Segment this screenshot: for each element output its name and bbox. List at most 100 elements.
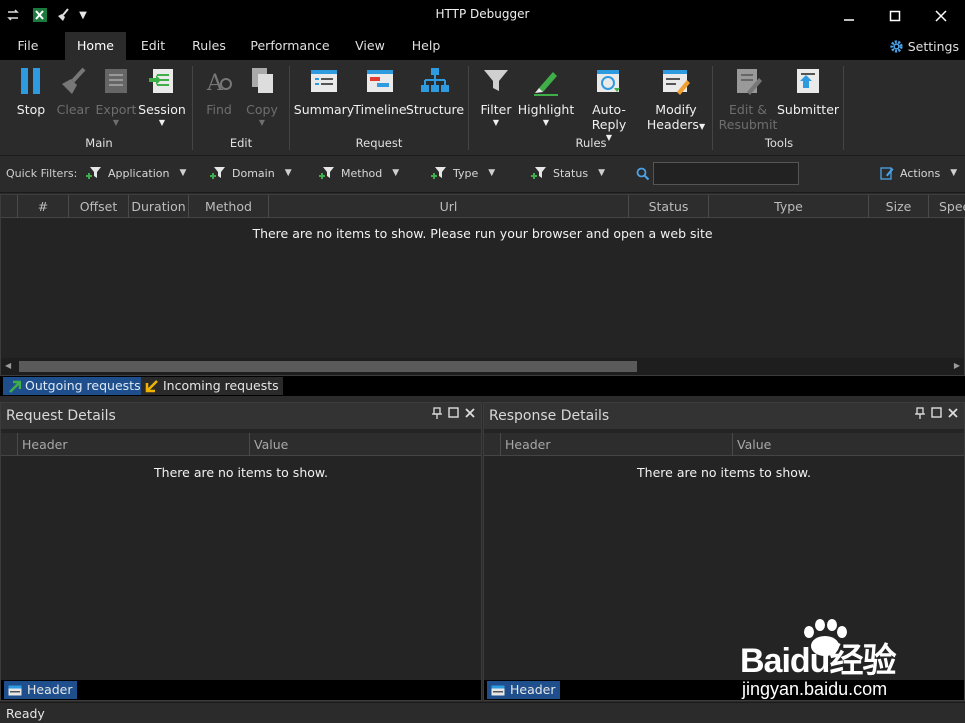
grid-horizontal-scrollbar[interactable]: ◀ ▶ xyxy=(1,358,964,375)
tab-rules[interactable]: Rules xyxy=(186,32,232,60)
group-label-main: Main xyxy=(85,136,113,150)
find-button[interactable]: A Find xyxy=(200,64,238,117)
close-panel-icon[interactable] xyxy=(948,407,958,422)
column-header-header[interactable]: Header xyxy=(500,433,732,456)
group-label-tools: Tools xyxy=(764,136,794,150)
ribbon-separator xyxy=(843,66,844,150)
tab-help[interactable]: Help xyxy=(405,32,447,60)
copy-dropdown-icon: ▼ xyxy=(258,118,266,127)
search-icon xyxy=(636,167,650,181)
scroll-right-icon[interactable]: ▶ xyxy=(954,361,960,370)
maximize-button[interactable] xyxy=(872,0,918,32)
column-header-header[interactable]: Header xyxy=(17,433,249,456)
structure-button[interactable]: Structure xyxy=(406,64,464,117)
minimize-button[interactable] xyxy=(826,0,872,32)
tab-home[interactable]: Home xyxy=(65,32,126,60)
header-icon xyxy=(8,685,22,695)
copy-icon xyxy=(246,64,278,98)
broom-icon xyxy=(57,64,89,98)
pin-icon[interactable] xyxy=(915,407,925,422)
edit-resubmit-icon xyxy=(732,64,764,98)
tab-incoming-requests[interactable]: Incoming requests xyxy=(141,377,283,395)
scroll-left-icon[interactable]: ◀ xyxy=(5,361,11,370)
group-label-edit: Edit xyxy=(229,136,253,150)
edit-resubmit-button[interactable]: Edit & Resubmit xyxy=(718,64,778,132)
ribbon-separator xyxy=(468,66,469,150)
request-details-panel: Request Details Header Value There are n… xyxy=(0,402,482,701)
tab-request-header[interactable]: Header xyxy=(4,681,77,699)
column-header-value[interactable]: Value xyxy=(732,433,964,456)
modify-headers-dropdown-icon: ▼ xyxy=(698,122,706,131)
panel-title: Request Details xyxy=(1,403,481,429)
filter-add-icon xyxy=(86,167,101,179)
filter-button[interactable]: Filter ▼ xyxy=(478,64,514,129)
settings-button[interactable]: Settings xyxy=(889,37,959,55)
group-label-request: Request xyxy=(355,136,403,150)
column-header-url[interactable]: Url xyxy=(268,195,628,218)
highlight-button[interactable]: Highlight ▼ xyxy=(518,64,574,129)
caret-down-icon: ▼ xyxy=(284,168,292,178)
column-header-offset[interactable]: Offset xyxy=(68,195,128,218)
tab-edit[interactable]: Edit xyxy=(133,32,173,60)
summary-icon xyxy=(308,64,340,98)
column-header-number[interactable]: # xyxy=(17,195,68,218)
caret-down-icon: ▼ xyxy=(179,168,187,178)
submitter-button[interactable]: Submitter xyxy=(777,64,839,117)
request-details-column-headers: Header Value xyxy=(1,433,481,456)
ribbon: Stop Clear Export ▼ Session ▼ Main A Fin… xyxy=(0,60,965,156)
column-header-speed[interactable]: Spee xyxy=(928,195,965,218)
filter-dropdown-icon: ▼ xyxy=(492,118,500,127)
column-header-duration[interactable]: Duration xyxy=(128,195,188,218)
request-details-empty-message: There are no items to show. xyxy=(154,465,328,480)
highlight-icon xyxy=(530,64,562,98)
pause-icon xyxy=(15,64,47,98)
ribbon-separator xyxy=(712,66,713,150)
tab-outgoing-requests[interactable]: Outgoing requests xyxy=(3,377,145,395)
column-header-type[interactable]: Type xyxy=(708,195,868,218)
column-header-value[interactable]: Value xyxy=(249,433,481,456)
tab-response-header[interactable]: Header xyxy=(487,681,560,699)
column-header-status[interactable]: Status xyxy=(628,195,708,218)
search-input[interactable] xyxy=(653,162,799,185)
session-button[interactable]: Session ▼ xyxy=(138,64,186,129)
caret-down-icon: ▼ xyxy=(950,168,958,178)
export-button[interactable]: Export ▼ xyxy=(94,64,138,129)
quick-filters-label: Quick Filters: xyxy=(6,167,78,180)
arrow-up-right-icon xyxy=(9,380,21,393)
gear-icon xyxy=(890,39,903,53)
tab-file[interactable]: File xyxy=(5,32,51,60)
auto-reply-button[interactable]: Auto-Reply ▼ xyxy=(576,64,642,144)
copy-button[interactable]: Copy ▼ xyxy=(242,64,282,129)
filter-application[interactable]: Application ▼ xyxy=(86,166,186,180)
requests-grid: # Offset Duration Method Url Status Type… xyxy=(0,194,965,376)
filter-add-icon xyxy=(531,167,546,179)
maximize-panel-icon[interactable] xyxy=(448,407,459,422)
caret-down-icon: ▼ xyxy=(488,168,496,178)
actions-button[interactable]: Actions ▼ xyxy=(880,166,957,180)
column-header-method[interactable]: Method xyxy=(188,195,268,218)
column-header-size[interactable]: Size xyxy=(868,195,928,218)
stop-button[interactable]: Stop xyxy=(12,64,50,117)
close-button[interactable] xyxy=(918,0,964,32)
summary-button[interactable]: Summary xyxy=(294,64,354,117)
filter-method[interactable]: Method ▼ xyxy=(319,166,399,180)
response-details-empty-message: There are no items to show. xyxy=(637,465,811,480)
paw-logo-icon xyxy=(804,619,847,656)
status-bar: Ready xyxy=(0,702,965,723)
filter-domain[interactable]: Domain ▼ xyxy=(210,166,292,180)
filter-type[interactable]: Type ▼ xyxy=(431,166,495,180)
maximize-panel-icon[interactable] xyxy=(931,407,942,422)
tab-view[interactable]: View xyxy=(349,32,391,60)
caret-down-icon: ▼ xyxy=(598,168,605,178)
pin-icon[interactable] xyxy=(432,407,442,422)
grid-column-headers: # Offset Duration Method Url Status Type… xyxy=(1,195,965,218)
modify-headers-button[interactable]: Modify Headers▼ xyxy=(644,64,708,133)
clear-button[interactable]: Clear xyxy=(52,64,94,117)
close-panel-icon[interactable] xyxy=(465,407,475,422)
tab-performance[interactable]: Performance xyxy=(248,32,332,60)
status-text: Ready xyxy=(6,706,45,721)
filter-status[interactable]: Status ▼ xyxy=(531,166,605,180)
export-icon xyxy=(100,64,132,98)
timeline-button[interactable]: Timeline xyxy=(353,64,407,117)
scrollbar-thumb[interactable] xyxy=(19,361,637,372)
